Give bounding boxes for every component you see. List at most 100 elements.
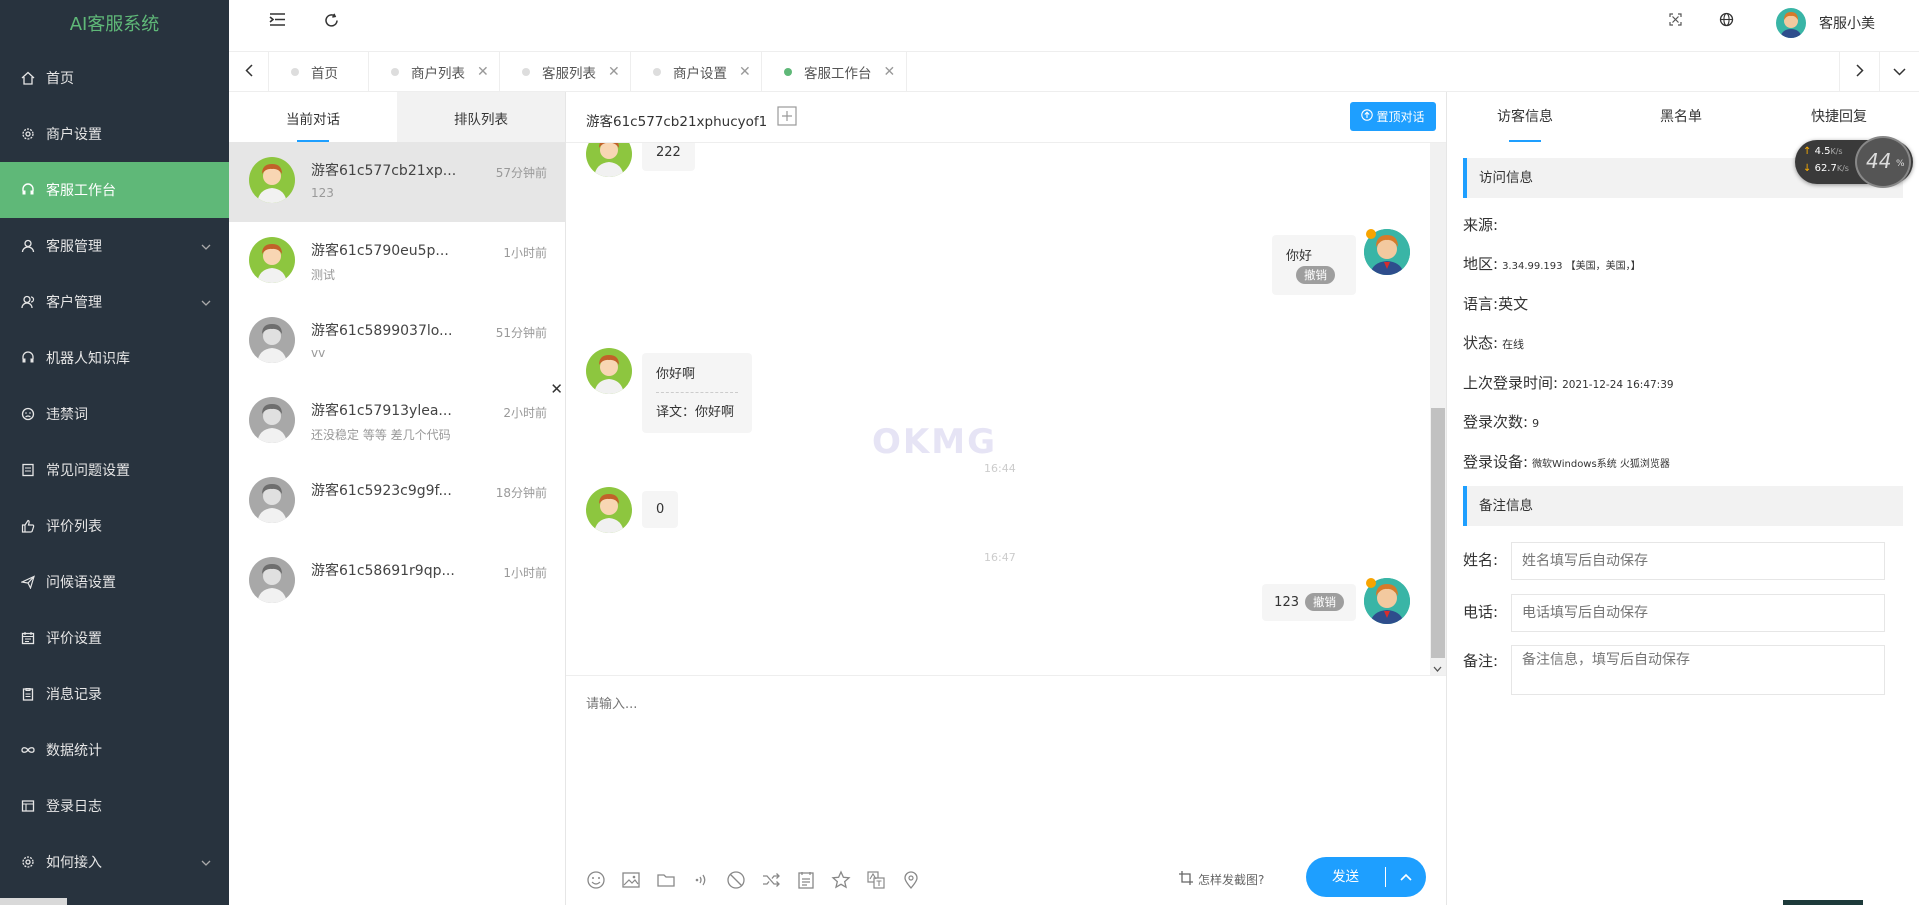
menu-fold-icon[interactable] xyxy=(269,12,286,31)
avatar xyxy=(586,348,632,394)
message-timestamp: 16:44 xyxy=(984,462,1016,475)
face-icon xyxy=(20,406,36,422)
tab-quick-reply[interactable]: 快捷回复 xyxy=(1759,92,1919,142)
screenshot-help-link[interactable]: 怎样发截图? xyxy=(1178,870,1264,889)
pin-conversation-button[interactable]: 置顶对话 xyxy=(1350,102,1436,131)
list-item[interactable]: 游客61c57913ylea... 还没稳定 等等 差几个代码 2小时前 ✕ xyxy=(229,380,565,462)
message-scrollbar[interactable] xyxy=(1430,143,1446,675)
list-item[interactable]: 游客61c58691r9qp... 1小时前 xyxy=(229,542,565,622)
tab-label: 商户设置 xyxy=(673,66,727,82)
chat-toolbar xyxy=(586,870,921,890)
region-row: 地区: 3.34.99.193 【美国，美国，】 xyxy=(1463,253,1641,274)
infinity-icon xyxy=(20,742,36,758)
list-item[interactable]: 游客61c5923c9g9f... 18分钟前 xyxy=(229,462,565,542)
sidebar-item-merchant-settings[interactable]: 商户设置 xyxy=(0,106,229,162)
last-login-value: 2021-12-24 16:47:39 xyxy=(1562,379,1674,391)
sidebar-item-login-log[interactable]: 登录日志 xyxy=(0,778,229,834)
avatar xyxy=(249,317,295,363)
star-icon[interactable] xyxy=(831,870,851,890)
sidebar-item-label: 机器人知识库 xyxy=(46,351,130,367)
refresh-icon[interactable] xyxy=(324,13,339,32)
pin-up-icon xyxy=(1361,109,1374,124)
sidebar-item-customer-management[interactable]: 客户管理 xyxy=(0,274,229,330)
sidebar-item-robot-knowledge[interactable]: 机器人知识库 xyxy=(0,330,229,386)
chevron-down-icon xyxy=(201,239,211,255)
scroll-down-icon[interactable] xyxy=(1433,661,1442,675)
sidebar-item-workbench[interactable]: 客服工作台 xyxy=(0,162,229,218)
revoke-button[interactable]: 撤销 xyxy=(1296,266,1335,284)
status-value: 在线 xyxy=(1502,338,1525,351)
avatar xyxy=(249,157,295,203)
status-tooltip-strip xyxy=(0,898,67,905)
sidebar-item-label: 消息记录 xyxy=(46,687,102,703)
scrollbar-thumb[interactable] xyxy=(1431,408,1445,658)
block-icon[interactable] xyxy=(726,870,746,890)
conversation-time: 2小时前 xyxy=(503,406,547,420)
folder-icon[interactable] xyxy=(656,870,676,890)
message-input[interactable] xyxy=(586,693,1426,843)
tabs-dropdown[interactable] xyxy=(1879,52,1919,92)
tab-queue-list[interactable]: 排队列表 xyxy=(397,92,565,142)
tab-agent-list[interactable]: 客服列表 ✕ xyxy=(500,52,631,92)
language-row: 语言:英文 xyxy=(1463,293,1528,314)
tabs-scroll-right[interactable] xyxy=(1839,52,1879,92)
chevron-down-icon xyxy=(201,855,211,871)
close-icon[interactable]: ✕ xyxy=(884,64,896,80)
voice-icon[interactable] xyxy=(691,870,711,890)
transfer-icon[interactable] xyxy=(761,870,781,890)
note-field[interactable] xyxy=(1511,645,1885,695)
plus-square-icon[interactable] xyxy=(777,106,797,130)
tab-label: 访客信息 xyxy=(1497,109,1553,125)
network-speed-widget[interactable]: ↑ 4.5K/s ↓ 62.7K/s 44 % xyxy=(1795,136,1913,188)
status-strip xyxy=(1783,900,1863,905)
sidebar-item-faq-settings[interactable]: 常见问题设置 xyxy=(0,442,229,498)
globe-icon[interactable] xyxy=(1719,12,1734,31)
tab-home[interactable]: 首页 xyxy=(269,52,369,92)
fullscreen-icon[interactable] xyxy=(1669,13,1682,30)
avatar[interactable] xyxy=(1776,8,1806,38)
sidebar-item-message-records[interactable]: 消息记录 xyxy=(0,666,229,722)
conversation-name: 游客61c5790eu5p... xyxy=(311,243,449,259)
tab-merchant-settings[interactable]: 商户设置 ✕ xyxy=(631,52,762,92)
message-text: 222 xyxy=(656,145,681,160)
tab-workbench[interactable]: 客服工作台 ✕ xyxy=(762,52,907,92)
sidebar-item-greeting-settings[interactable]: 问候语设置 xyxy=(0,554,229,610)
emoji-icon[interactable] xyxy=(586,870,606,890)
tab-visitor-info[interactable]: 访客信息 xyxy=(1447,92,1603,142)
close-icon[interactable]: ✕ xyxy=(477,64,489,80)
tab-status-dot xyxy=(391,68,399,76)
sidebar-item-review-settings[interactable]: 评价设置 xyxy=(0,610,229,666)
sidebar-item-statistics[interactable]: 数据统计 xyxy=(0,722,229,778)
phone-field[interactable] xyxy=(1511,594,1885,632)
tab-blacklist[interactable]: 黑名单 xyxy=(1603,92,1759,142)
name-field[interactable] xyxy=(1511,542,1885,580)
location-icon[interactable] xyxy=(901,870,921,890)
close-icon[interactable]: ✕ xyxy=(739,64,751,80)
sidebar-item-review-list[interactable]: 评价列表 xyxy=(0,498,229,554)
avatar xyxy=(249,237,295,283)
sidebar-item-agent-management[interactable]: 客服管理 xyxy=(0,218,229,274)
close-icon[interactable]: ✕ xyxy=(550,380,563,398)
tab-current-conversations[interactable]: 当前对话 xyxy=(229,92,397,142)
image-icon[interactable] xyxy=(621,870,641,890)
sidebar-item-label: 客户管理 xyxy=(46,295,102,311)
sidebar-item-how-to-integrate[interactable]: 如何接入 xyxy=(0,834,229,890)
translate-icon[interactable] xyxy=(866,870,886,890)
status-label: 状态: xyxy=(1463,334,1499,352)
survey-icon[interactable] xyxy=(796,870,816,890)
tabs-scroll-left[interactable] xyxy=(229,52,269,92)
close-icon[interactable]: ✕ xyxy=(608,64,620,80)
list-item[interactable]: 游客61c5899037lo... vv 51分钟前 xyxy=(229,302,565,382)
tab-merchant-list[interactable]: 商户列表 ✕ xyxy=(369,52,500,92)
send-options-button[interactable] xyxy=(1386,857,1426,897)
list-item[interactable]: 游客61c5790eu5p... 测试 1小时前 xyxy=(229,222,565,302)
sidebar-item-banned-words[interactable]: 违禁词 xyxy=(0,386,229,442)
message-timestamp: 16:47 xyxy=(984,551,1016,564)
pin-conversation-label: 置顶对话 xyxy=(1376,110,1425,124)
revoke-button[interactable]: 撤销 xyxy=(1305,593,1344,611)
list-item[interactable]: 游客61c577cb21xp... 123 57分钟前 xyxy=(229,142,565,222)
send-button[interactable]: 发送 xyxy=(1306,857,1385,897)
sidebar-item-home[interactable]: 首页 xyxy=(0,50,229,106)
current-user-name[interactable]: 客服小美 xyxy=(1819,13,1875,33)
sidebar-item-label: 评价设置 xyxy=(46,631,102,647)
